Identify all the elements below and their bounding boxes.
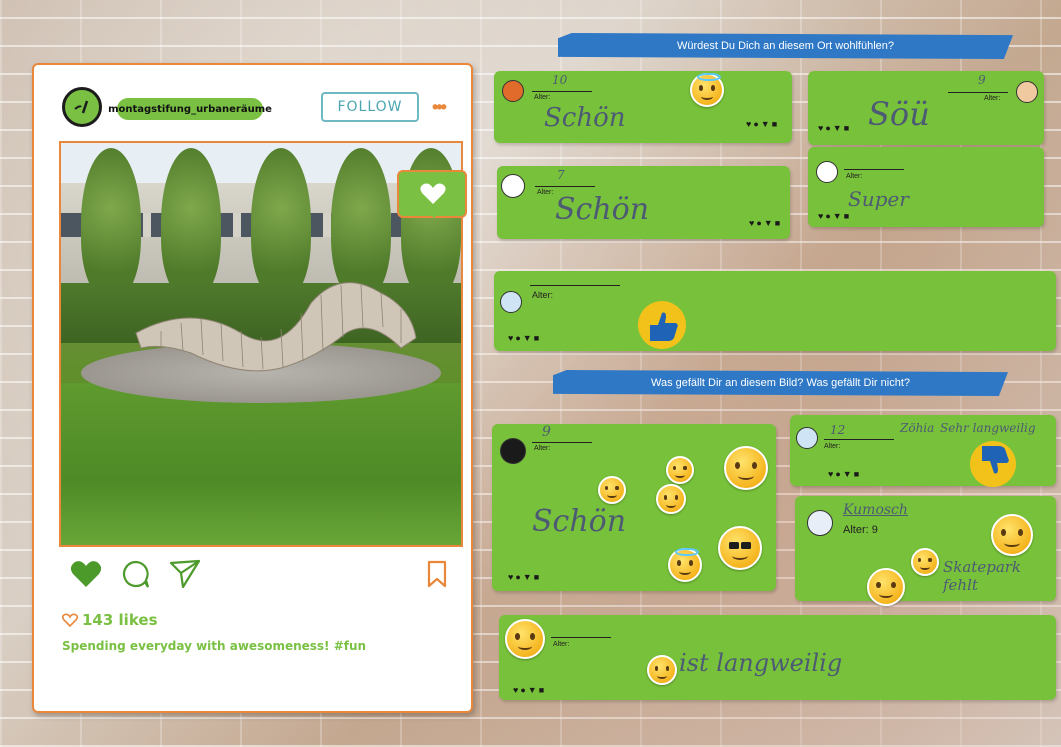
comment-bubble: Alter: ♥●▼■	[494, 271, 1056, 351]
bookmark-icon[interactable]	[425, 559, 449, 589]
star-eyes-emoji-icon	[724, 446, 768, 490]
pattern-avatar-icon	[807, 510, 833, 536]
send-icon[interactable]	[169, 559, 201, 589]
handwritten-comment: Schön	[532, 504, 627, 539]
handwritten-name: Zöhia	[900, 421, 935, 435]
like-notification-badge	[397, 170, 467, 218]
comment-icon[interactable]	[121, 559, 151, 589]
handwritten-comment: Skatepark fehlt	[943, 558, 1022, 594]
sunglasses-emoji-icon	[718, 526, 762, 570]
reaction-icons: ♥●▼■	[828, 469, 862, 479]
wooden-sculpture	[135, 282, 417, 372]
handwritten-comment: Schön	[544, 103, 626, 133]
smiley-avatar-icon	[500, 438, 526, 464]
handwritten-comment: ist langweilig	[679, 649, 843, 677]
comment-bubble: Alter: 9 Schön ♥●▼■	[492, 424, 776, 591]
name-line	[844, 169, 904, 170]
reaction-icons: ♥●▼■	[746, 119, 780, 129]
question-banner-1: Würdest Du Dich an diesem Ort wohlfühlen…	[558, 33, 1013, 59]
handwritten-age: 9	[542, 424, 551, 440]
fox-avatar-icon	[502, 80, 524, 102]
reaction-icons: ♥●▼■	[749, 218, 783, 228]
handwritten-comment: Söü	[868, 95, 930, 133]
heart-icon	[420, 183, 446, 204]
follow-button[interactable]: FOLLOW	[321, 92, 419, 122]
name-line	[530, 285, 620, 286]
handwritten-name: Kumosch	[843, 502, 908, 518]
rolling-eyes-emoji-icon	[598, 476, 626, 504]
handwritten-comment: Super	[848, 187, 909, 211]
handwritten-age: 7	[557, 168, 565, 182]
comment-bubble: Kumosch Alter: 9 Skatepark fehlt	[795, 496, 1056, 606]
comment-bubble: Alter: 12 Zöhia Sehr langweilig ♥●▼■	[790, 415, 1056, 487]
age-label: Alter:	[846, 173, 863, 180]
username[interactable]: montagstifung_urbaneräume	[108, 98, 272, 120]
instagram-post-card: montagstifung_urbaneräume FOLLOW ••• 143…	[32, 63, 473, 713]
boy-avatar-icon	[796, 427, 818, 449]
heart-outline-icon	[62, 613, 78, 627]
age-label: Alter: 9	[843, 524, 878, 536]
laughing-emoji-icon	[656, 484, 686, 514]
leaf-logo-icon	[74, 100, 89, 114]
comment-bubble: Alter: Super ♥●▼■	[808, 147, 1044, 227]
smiling-emoji-icon	[911, 548, 939, 576]
zany-emoji-icon	[867, 568, 905, 606]
name-line	[532, 442, 592, 443]
comment-bubble: Alter: 10 Schön ♥●▼■	[494, 71, 792, 143]
name-line	[551, 637, 611, 638]
post-actions	[69, 559, 449, 589]
handwritten-age: 12	[830, 423, 846, 437]
age-label: Alter:	[534, 94, 551, 101]
profile-avatar[interactable]	[62, 87, 102, 127]
kiss-emoji-icon	[991, 514, 1033, 556]
post-caption: Spending everyday with awesomeness! #fun	[62, 639, 367, 653]
hugging-emoji-icon	[505, 619, 545, 659]
thumbs-up-emoji-icon	[638, 301, 686, 349]
halo-emoji-icon	[668, 548, 702, 582]
comment-bubble: Alter: ist langweilig ♥●▼■	[499, 615, 1056, 700]
handwritten-age: 10	[552, 73, 568, 87]
age-label: Alter:	[532, 290, 554, 300]
more-options-icon[interactable]: •••	[432, 97, 447, 118]
comment-bubble: Alter: 7 Schön ♥●▼■	[497, 166, 790, 239]
party-emoji-icon	[666, 456, 694, 484]
reaction-icons: ♥●▼■	[818, 211, 852, 221]
reaction-icons: ♥●▼■	[508, 333, 542, 343]
name-line	[535, 186, 595, 187]
girl-avatar-icon	[1016, 81, 1038, 103]
thumbs-down-emoji-icon	[970, 441, 1016, 487]
reaction-icons: ♥●▼■	[513, 685, 547, 695]
emoji-avatar-icon	[816, 161, 838, 183]
boy-avatar-icon	[500, 291, 522, 313]
name-line	[948, 92, 1008, 93]
age-label: Alter:	[537, 189, 554, 196]
heart-icon[interactable]	[69, 559, 103, 589]
age-label: Alter:	[984, 95, 1001, 102]
name-line	[532, 91, 592, 92]
lawn	[61, 383, 461, 545]
reaction-icons: ♥●▼■	[818, 123, 852, 133]
likes-count: 143 likes	[62, 611, 158, 629]
name-line	[824, 439, 894, 440]
likes-text: 143 likes	[82, 611, 158, 629]
age-label: Alter:	[824, 443, 841, 450]
handwritten-comment: Sehr langweilig	[940, 421, 1036, 435]
handwritten-age: 9	[978, 73, 986, 87]
handwritten-comment: Schön	[555, 192, 650, 227]
rolling-eyes-emoji-icon	[647, 655, 677, 685]
halo-emoji-icon	[690, 73, 724, 107]
age-label: Alter:	[534, 445, 551, 452]
reaction-icons: ♥●▼■	[508, 572, 542, 582]
blank-avatar-icon	[501, 174, 525, 198]
comment-bubble: Alter: 9 Söü ♥●▼■	[808, 71, 1044, 145]
question-banner-2: Was gefällt Dir an diesem Bild? Was gefä…	[553, 370, 1008, 396]
age-label: Alter:	[553, 641, 570, 648]
